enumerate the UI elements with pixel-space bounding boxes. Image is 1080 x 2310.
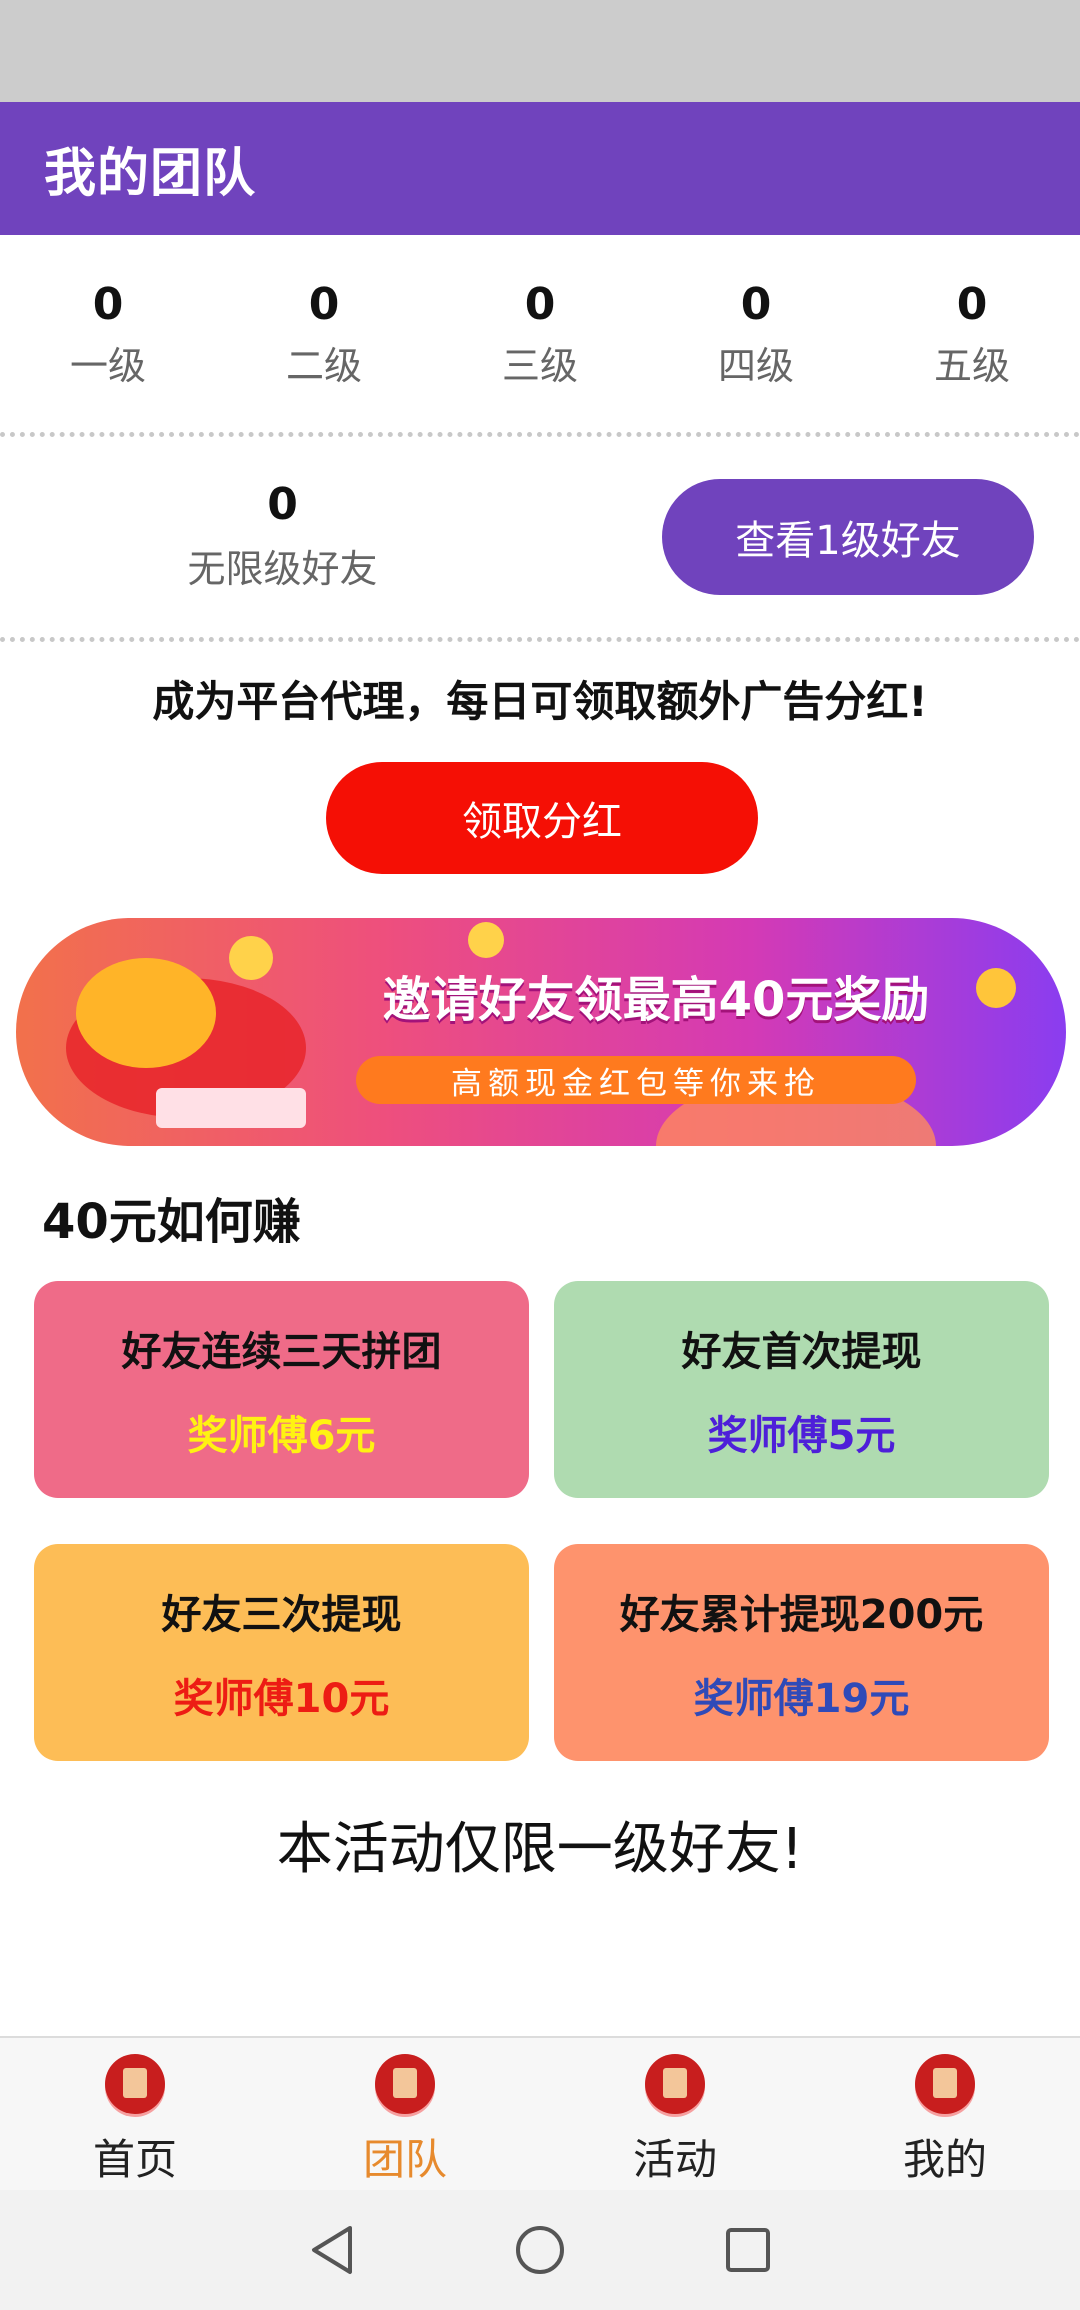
reward-card: 好友首次提现 奖师傅5元 xyxy=(554,1281,1049,1498)
level-count: 0 xyxy=(524,278,556,330)
tab-label: 团队 xyxy=(362,2135,447,2184)
level-label: 五级 xyxy=(933,344,1010,389)
reward-card-title: 好友连续三天拼团 xyxy=(121,1328,442,1375)
reward-card-amount: 奖师傅19元 xyxy=(693,1675,910,1722)
tab-activity[interactable]: 活动 xyxy=(540,2038,810,2192)
level-label: 二级 xyxy=(285,344,362,389)
level-stat-2[interactable]: 0 二级 xyxy=(216,235,432,432)
recents-icon[interactable] xyxy=(718,2220,778,2280)
profile-icon xyxy=(915,2054,975,2114)
tab-home[interactable]: 首页 xyxy=(0,2038,270,2192)
section-title: 40元如何赚 xyxy=(42,1194,301,1250)
unlimited-stat: 0 无限级好友 xyxy=(120,437,445,637)
banner-background xyxy=(16,918,1066,1146)
bottom-tab-bar: 首页 团队 活动 我的 xyxy=(0,2036,1080,2192)
reward-card-title: 好友首次提现 xyxy=(681,1328,922,1375)
level-count: 0 xyxy=(956,278,988,330)
level-stat-1[interactable]: 0 一级 xyxy=(0,235,216,432)
claim-dividend-button[interactable]: 领取分红 xyxy=(326,762,758,874)
invite-banner[interactable]: 邀请好友领最高40元奖励 高额现金红包等你来抢 xyxy=(16,918,1066,1146)
tab-profile[interactable]: 我的 xyxy=(810,2038,1080,2192)
level-label: 一级 xyxy=(69,344,146,389)
activity-icon xyxy=(645,2054,705,2114)
level-label: 三级 xyxy=(501,344,578,389)
status-bar xyxy=(0,0,1080,102)
team-icon xyxy=(375,2054,435,2114)
tab-label: 首页 xyxy=(92,2135,177,2184)
tab-label: 活动 xyxy=(632,2135,717,2184)
banner-title: 邀请好友领最高40元奖励 xyxy=(382,972,930,1028)
agent-promo-text: 成为平台代理，每日可领取额外广告分红! xyxy=(152,677,928,726)
level-stats: 0 一级 0 二级 0 三级 0 四级 0 五级 xyxy=(0,235,1080,432)
view-level1-friends-button[interactable]: 查看1级好友 xyxy=(662,479,1034,595)
unlimited-label: 无限级好友 xyxy=(187,546,378,591)
activity-note: 本活动仅限一级好友! xyxy=(276,1817,804,1882)
tab-team[interactable]: 团队 xyxy=(270,2038,540,2192)
page-title: 我的团队 xyxy=(44,144,257,204)
reward-card: 好友三次提现 奖师傅10元 xyxy=(34,1544,529,1761)
reward-card: 好友连续三天拼团 奖师傅6元 xyxy=(34,1281,529,1498)
reward-card-amount: 奖师傅10元 xyxy=(173,1675,390,1722)
app-header: 我的团队 xyxy=(0,102,1080,235)
reward-card-title: 好友三次提现 xyxy=(161,1591,402,1638)
reward-card: 好友累计提现200元 奖师傅19元 xyxy=(554,1544,1049,1761)
tab-label: 我的 xyxy=(902,2135,987,2184)
reward-card-amount: 奖师傅5元 xyxy=(707,1412,896,1459)
back-icon[interactable] xyxy=(302,2220,362,2280)
level-count: 0 xyxy=(308,278,340,330)
divider xyxy=(0,637,1080,642)
home-icon xyxy=(105,2054,165,2114)
level-stat-4[interactable]: 0 四级 xyxy=(648,235,864,432)
reward-card-amount: 奖师傅6元 xyxy=(187,1412,376,1459)
level-label: 四级 xyxy=(717,344,794,389)
system-nav-bar xyxy=(0,2190,1080,2310)
unlimited-count: 0 xyxy=(267,479,298,531)
banner-subtitle: 高额现金红包等你来抢 xyxy=(356,1056,916,1104)
level-stat-3[interactable]: 0 三级 xyxy=(432,235,648,432)
level-count: 0 xyxy=(740,278,772,330)
level-count: 0 xyxy=(92,278,124,330)
level-stat-5[interactable]: 0 五级 xyxy=(864,235,1080,432)
reward-card-title: 好友累计提现200元 xyxy=(619,1591,984,1638)
home-nav-icon[interactable] xyxy=(510,2220,570,2280)
unlimited-friends-row: 0 无限级好友 查看1级好友 xyxy=(0,437,1080,637)
